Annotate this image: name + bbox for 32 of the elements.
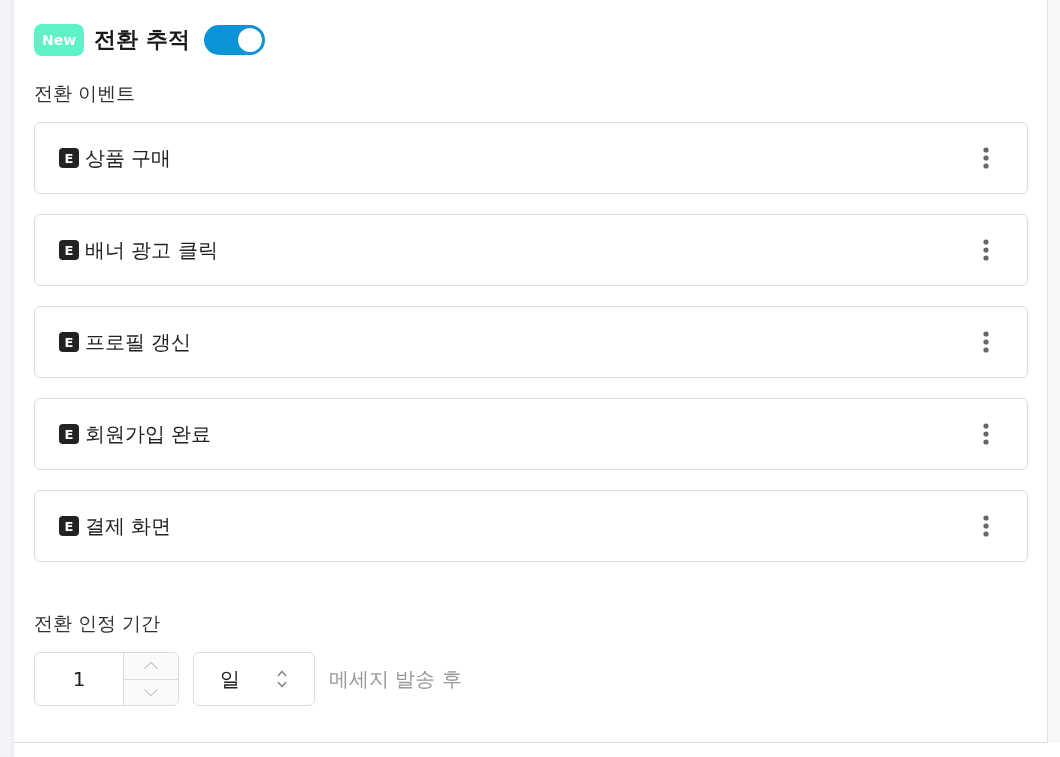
- event-type-badge: E: [59, 424, 79, 444]
- event-card[interactable]: E 상품 구매: [34, 122, 1028, 194]
- field-label: 전환 이벤트: [34, 81, 136, 105]
- event-name: 상품 구매: [85, 145, 172, 171]
- event-name: 프로필 갱신: [85, 329, 192, 355]
- kebab-menu-icon[interactable]: [983, 331, 989, 353]
- kebab-menu-icon[interactable]: [983, 239, 989, 261]
- kebab-menu-icon[interactable]: [983, 423, 989, 445]
- event-type-badge: E: [59, 332, 79, 352]
- section-title: 전환 추적: [94, 26, 190, 54]
- unit-select[interactable]: 일: [193, 652, 315, 706]
- event-name: 결제 화면: [85, 513, 172, 539]
- number-input[interactable]: 1: [35, 653, 124, 705]
- kebab-menu-icon[interactable]: [983, 147, 989, 169]
- chevron-down-icon: [144, 688, 159, 696]
- event-card[interactable]: E 배너 광고 클릭: [34, 214, 1028, 286]
- field-label: 전환 인정 기간: [34, 611, 161, 635]
- event-card[interactable]: E 결제 화면: [34, 490, 1028, 562]
- new-badge: New: [34, 24, 84, 56]
- event-name: 회원가입 완료: [85, 421, 212, 447]
- event-card[interactable]: E 회원가입 완료: [34, 398, 1028, 470]
- toggle-switch[interactable]: [203, 25, 265, 55]
- event-type-badge: E: [59, 516, 79, 536]
- up-down-chevron-icon: [277, 670, 287, 688]
- event-type-badge: E: [59, 240, 79, 260]
- kebab-menu-icon[interactable]: [983, 515, 989, 537]
- event-name: 배너 광고 클릭: [85, 237, 218, 263]
- event-type-badge: E: [59, 148, 79, 168]
- suffix-text: 메세지 발송 후: [329, 665, 462, 693]
- event-card[interactable]: E 프로필 갱신: [34, 306, 1028, 378]
- number-stepper[interactable]: 1: [34, 652, 179, 706]
- chevron-up-icon: [144, 662, 159, 670]
